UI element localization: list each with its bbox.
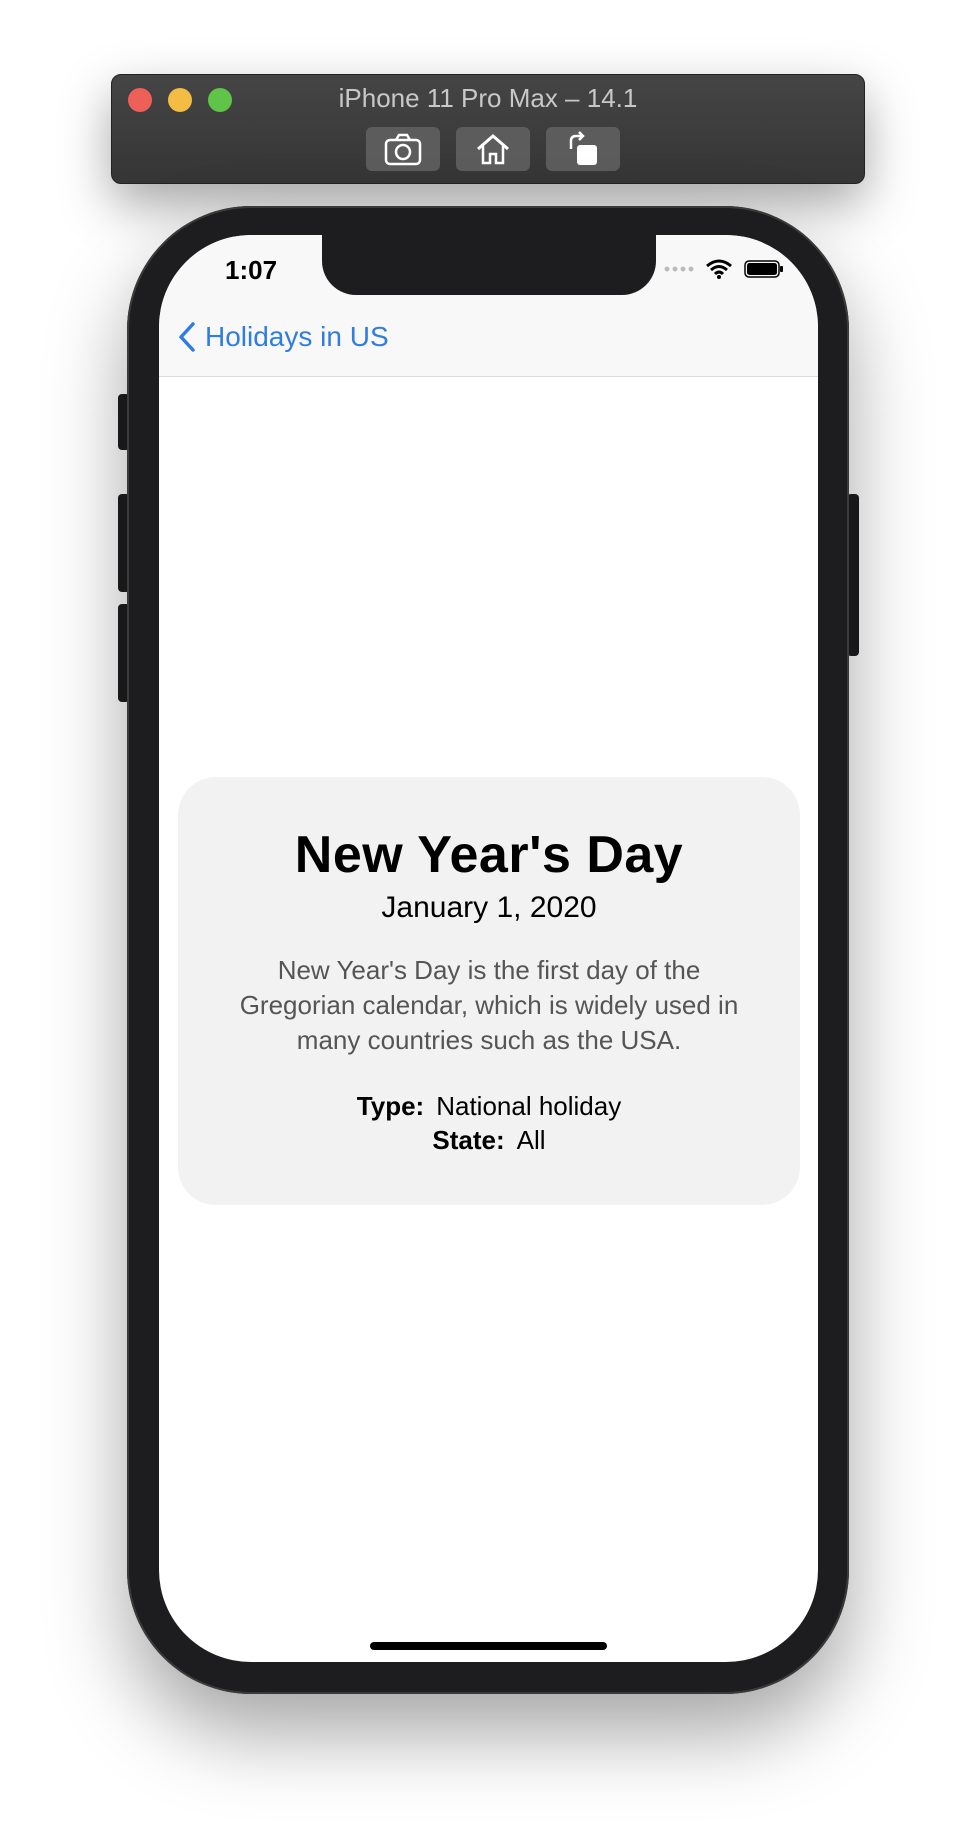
simulator-title: iPhone 11 Pro Max – 14.1 [338,83,638,113]
notch [322,235,656,295]
signal-icon [664,266,694,272]
holiday-card: New Year's Day January 1, 2020 New Year'… [178,777,800,1205]
home-button[interactable] [456,127,530,171]
holiday-type-value: National holiday [436,1091,622,1121]
holiday-name: New Year's Day [294,826,684,884]
status-indicators [664,259,784,279]
holiday-state-value: All [516,1125,546,1155]
battery-icon [744,260,783,278]
rotate-icon [569,131,597,165]
back-button[interactable]: Holidays in US [177,321,389,353]
home-icon [477,134,509,165]
holiday-type-label: Type: [356,1091,425,1121]
back-button-label: Holidays in US [205,321,389,352]
phone-screen: 1:07 Holidays in US New Year's Day Janua… [159,235,818,1662]
simulator-titlebar: iPhone 11 Pro Max – 14.1 [111,74,865,184]
holiday-date: January 1, 2020 [381,891,597,924]
home-indicator[interactable] [370,1642,607,1650]
screenshot-button[interactable] [366,127,440,171]
status-time: 1:07 [225,255,278,285]
holiday-description: New Year's Day is the first day of the G… [239,955,739,1055]
camera-icon [384,133,422,166]
holiday-state-row: State: All [178,1125,800,1156]
chevron-left-icon [179,322,195,352]
wifi-icon [706,259,732,279]
holiday-state-label: State: [432,1125,505,1155]
rotate-button[interactable] [546,127,620,171]
holiday-type-row: Type: National holiday [178,1091,800,1122]
